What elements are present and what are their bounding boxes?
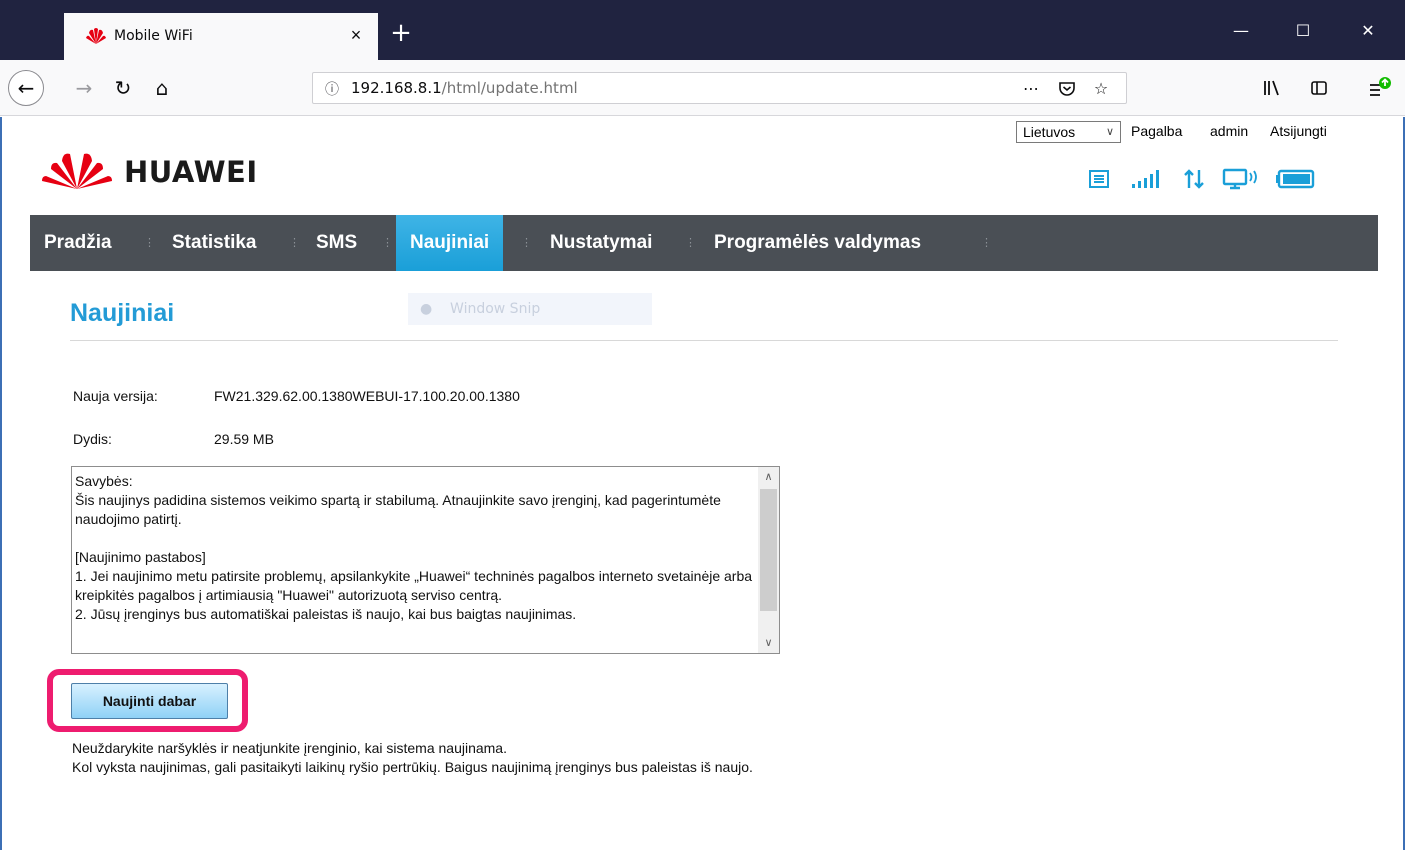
nav-separator: ⋮ — [289, 237, 300, 249]
browser-tab[interactable]: Mobile WiFi × — [64, 13, 378, 60]
browser-titlebar: Mobile WiFi × + — ☐ ✕ — [0, 0, 1405, 60]
scrollbar-thumb[interactable] — [760, 489, 777, 611]
connected-device-icon — [1222, 168, 1257, 190]
language-value: Lietuvos — [1023, 124, 1076, 140]
nav-item-app-management[interactable]: Programėlės valdymas — [714, 215, 921, 271]
minimize-icon[interactable]: — — [1230, 20, 1252, 42]
release-notes-scrollbar[interactable]: ∧ ∨ — [758, 467, 779, 653]
tab-close-icon[interactable]: × — [346, 25, 366, 45]
huawei-favicon-icon — [86, 28, 106, 44]
nav-item-settings[interactable]: Nustatymai — [550, 215, 652, 271]
sidebar-icon[interactable] — [1303, 72, 1335, 104]
url-host: 192.168.8.1 — [351, 79, 442, 97]
chevron-down-icon: ∨ — [1105, 126, 1114, 138]
scroll-up-icon[interactable]: ∧ — [758, 467, 779, 487]
maximize-icon[interactable]: ☐ — [1292, 20, 1314, 42]
nav-item-sms[interactable]: SMS — [316, 215, 357, 271]
info-icon[interactable]: ⓘ — [323, 79, 341, 98]
warning-line-2: Kol vyksta naujinimas, gali pasitaikyti … — [72, 759, 753, 775]
sms-list-icon[interactable] — [1088, 165, 1110, 193]
size-label: Dydis: — [73, 431, 112, 447]
tab-title: Mobile WiFi — [114, 28, 193, 44]
reload-icon[interactable]: ↻ — [107, 72, 139, 104]
huawei-logo-icon — [42, 153, 112, 189]
signal-strength-icon — [1132, 170, 1159, 188]
back-arrow-icon[interactable]: ← — [8, 70, 44, 106]
version-value: FW21.329.62.00.1380WEBUI-17.100.20.00.13… — [214, 388, 520, 404]
library-icon[interactable] — [1256, 72, 1288, 104]
main-nav: Pradžia ⋮ Statistika ⋮ SMS ⋮ Naujiniai ⋮… — [30, 215, 1378, 271]
nav-separator: ⋮ — [981, 237, 992, 249]
update-warning: Neuždarykite naršyklės ir neatjunkite įr… — [72, 739, 892, 777]
logout-link[interactable]: Atsijungti — [1270, 123, 1327, 139]
url-text[interactable]: 192.168.8.1/html/update.html — [351, 79, 578, 97]
bookmark-star-icon[interactable]: ☆ — [1089, 77, 1113, 101]
warning-line-1: Neuždarykite naršyklės ir neatjunkite įr… — [72, 740, 507, 756]
close-window-icon[interactable]: ✕ — [1357, 20, 1379, 42]
help-link[interactable]: Pagalba — [1131, 123, 1182, 139]
home-icon[interactable]: ⌂ — [146, 72, 178, 104]
nav-item-updates[interactable]: Naujiniai — [396, 215, 504, 271]
release-notes-textarea[interactable]: Savybės: Šis naujinys padidina sistemos … — [71, 466, 780, 654]
update-now-button[interactable]: Naujinti dabar — [71, 683, 228, 719]
page-actions-icon[interactable]: ⋯ — [1019, 77, 1043, 101]
data-transfer-icon — [1184, 169, 1204, 189]
language-select[interactable]: Lietuvos ∨ — [1016, 121, 1121, 143]
pocket-icon[interactable] — [1055, 77, 1079, 101]
browser-navbar: ← → ↻ ⌂ ⓘ 192.168.8.1/html/update.html ⋯… — [0, 60, 1405, 116]
battery-icon — [1276, 169, 1315, 189]
version-label: Nauja versija: — [73, 388, 158, 404]
nav-separator: ⋮ — [685, 237, 696, 249]
nav-separator: ⋮ — [521, 237, 532, 249]
user-link[interactable]: admin — [1210, 123, 1248, 139]
release-notes-text: Savybės: Šis naujinys padidina sistemos … — [75, 473, 753, 622]
nav-separator: ⋮ — [382, 237, 393, 249]
page-content: Lietuvos ∨ Pagalba admin Atsijungti HUAW… — [0, 117, 1405, 850]
nav-separator: ⋮ — [144, 237, 155, 249]
snip-label: Window Snip — [450, 301, 541, 317]
brand-name: HUAWEI — [124, 155, 258, 189]
window-snip-overlay: ● Window Snip — [408, 293, 652, 325]
forward-arrow-icon[interactable]: → — [68, 72, 100, 104]
nav-item-statistics[interactable]: Statistika — [172, 215, 256, 271]
size-value: 29.59 MB — [214, 431, 274, 447]
divider — [70, 340, 1338, 341]
window-border — [0, 117, 2, 850]
page-title: Naujiniai — [70, 299, 175, 327]
url-path: /html/update.html — [441, 79, 578, 97]
scroll-down-icon[interactable]: ∨ — [758, 633, 779, 653]
new-tab-button[interactable]: + — [384, 13, 418, 53]
url-bar[interactable]: ⓘ 192.168.8.1/html/update.html ⋯ ☆ — [312, 72, 1127, 104]
nav-item-home[interactable]: Pradžia — [44, 215, 112, 271]
menu-update-icon[interactable] — [1364, 72, 1396, 104]
